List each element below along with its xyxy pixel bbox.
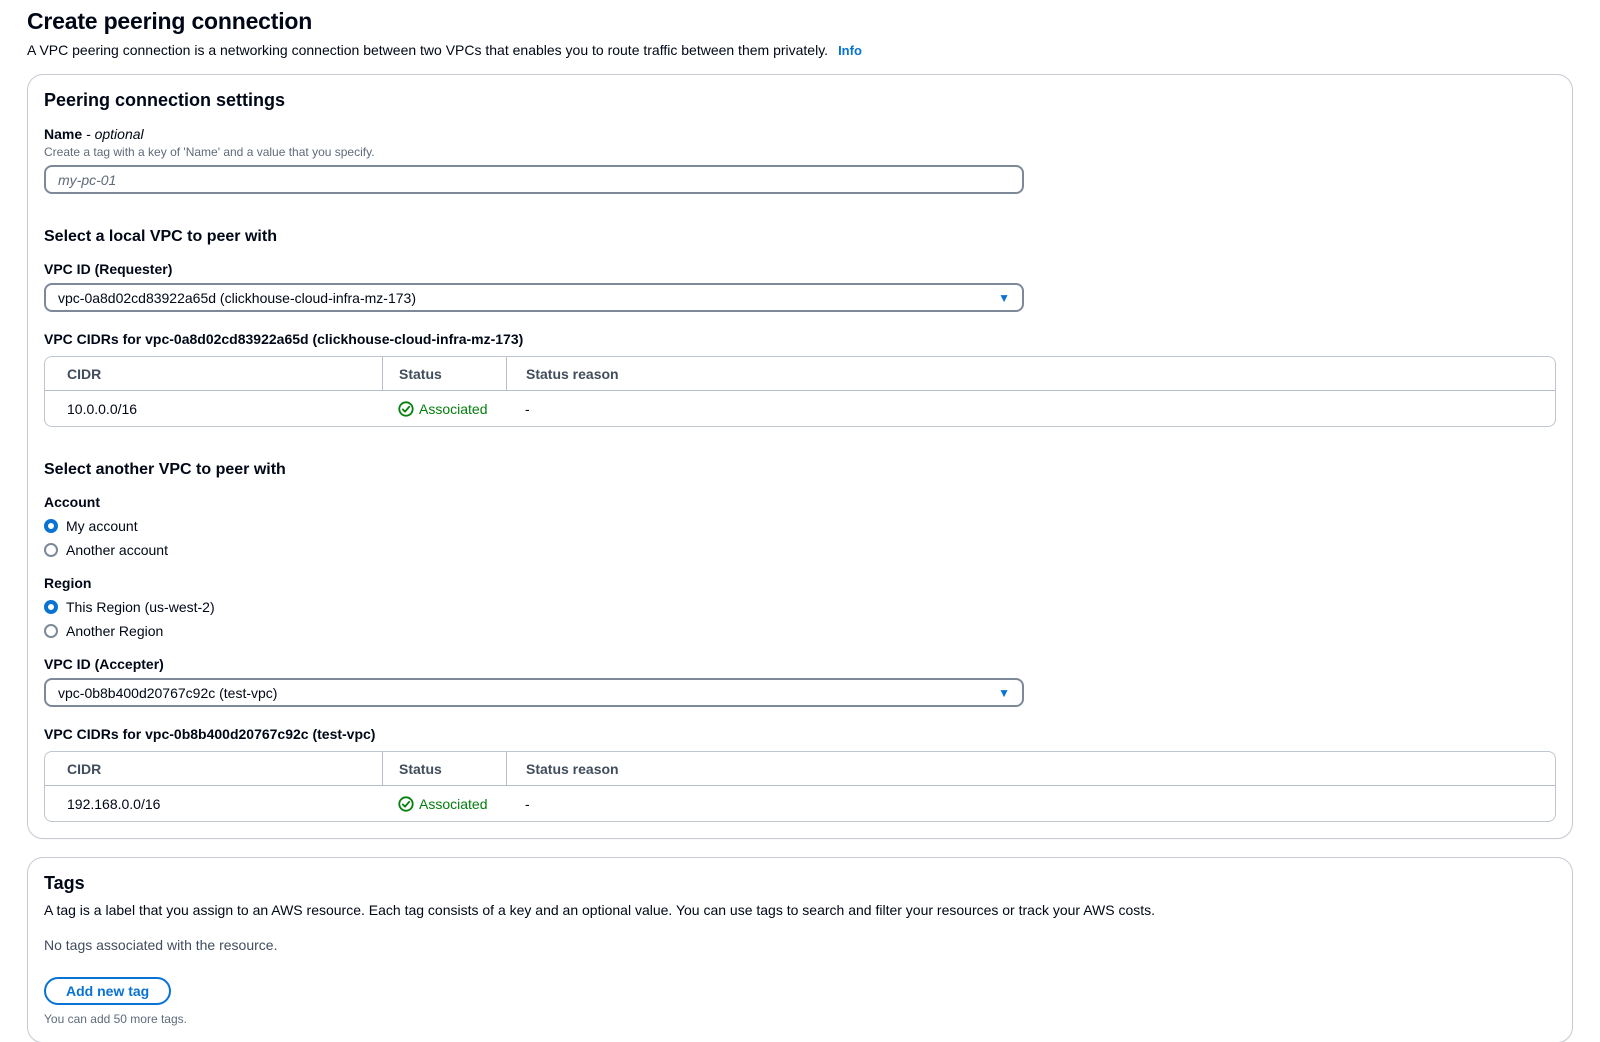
page-subtitle-text: A VPC peering connection is a networking…	[27, 42, 828, 58]
name-optional-suffix: - optional	[86, 126, 144, 142]
radio-button-icon[interactable]	[44, 624, 58, 638]
tags-panel: Tags A tag is a label that you assign to…	[27, 857, 1573, 1042]
table-header-row: CIDR Status Status reason	[45, 357, 1555, 391]
remote-vpc-cidrs-label: VPC CIDRs for vpc-0b8b400d20767c92c (tes…	[44, 726, 1556, 742]
column-header-status-reason: Status reason	[506, 752, 1555, 785]
region-group-label: Region	[44, 575, 1556, 591]
column-header-status-reason: Status reason	[506, 357, 1555, 390]
column-header-cidr: CIDR	[45, 761, 382, 777]
radio-option-another-region[interactable]: Another Region	[44, 621, 1556, 641]
radio-option-another-account[interactable]: Another account	[44, 540, 1556, 560]
column-header-status: Status	[382, 357, 506, 390]
account-group-label: Account	[44, 494, 1556, 510]
vpc-id-accepter-label: VPC ID (Accepter)	[44, 656, 1556, 672]
cidr-cell: 10.0.0.0/16	[45, 401, 382, 417]
status-cell: Associated	[382, 786, 506, 821]
radio-label: My account	[66, 518, 138, 534]
name-input[interactable]	[58, 172, 1010, 188]
page-subtitle: A VPC peering connection is a networking…	[27, 42, 1573, 58]
radio-label: Another Region	[66, 623, 163, 639]
status-text: Associated	[419, 401, 487, 417]
tags-remaining-text: You can add 50 more tags.	[44, 1012, 1556, 1026]
status-badge: Associated	[398, 796, 487, 812]
name-input-wrapper	[44, 165, 1024, 194]
create-peering-connection-page: Create peering connection A VPC peering …	[0, 0, 1600, 1042]
local-vpc-cidrs-label: VPC CIDRs for vpc-0a8d02cd83922a65d (cli…	[44, 331, 1556, 347]
info-link[interactable]: Info	[838, 43, 862, 58]
radio-option-this-region[interactable]: This Region (us-west-2)	[44, 597, 1556, 617]
radio-label: Another account	[66, 542, 168, 558]
column-header-status: Status	[382, 752, 506, 785]
status-reason-cell: -	[506, 391, 1555, 426]
name-field-label: Name - optional	[44, 126, 1556, 142]
remote-vpc-section-heading: Select another VPC to peer with	[44, 461, 1556, 479]
radio-option-my-account[interactable]: My account	[44, 516, 1556, 536]
radio-label: This Region (us-west-2)	[66, 599, 215, 615]
name-field-description: Create a tag with a key of 'Name' and a …	[44, 145, 1556, 159]
table-header-row: CIDR Status Status reason	[45, 752, 1555, 786]
table-row: 10.0.0.0/16 Associated -	[45, 391, 1555, 426]
cidr-cell: 192.168.0.0/16	[45, 796, 382, 812]
check-circle-icon	[398, 796, 414, 812]
radio-button-icon[interactable]	[44, 600, 58, 614]
chevron-down-icon: ▼	[998, 292, 1010, 304]
table-row: 192.168.0.0/16 Associated -	[45, 786, 1555, 821]
peering-connection-settings-panel: Peering connection settings Name - optio…	[27, 74, 1573, 839]
status-text: Associated	[419, 796, 487, 812]
vpc-id-requester-label: VPC ID (Requester)	[44, 261, 1556, 277]
check-circle-icon	[398, 401, 414, 417]
region-radio-group: This Region (us-west-2) Another Region	[44, 597, 1556, 641]
column-header-cidr: CIDR	[45, 366, 382, 382]
vpc-id-accepter-value: vpc-0b8b400d20767c92c (test-vpc)	[58, 685, 277, 701]
radio-button-icon[interactable]	[44, 543, 58, 557]
local-vpc-cidr-table: CIDR Status Status reason 10.0.0.0/16 As…	[44, 356, 1556, 427]
chevron-down-icon: ▼	[998, 687, 1010, 699]
status-reason-cell: -	[506, 786, 1555, 821]
status-badge: Associated	[398, 401, 487, 417]
remote-vpc-cidr-table: CIDR Status Status reason 192.168.0.0/16…	[44, 751, 1556, 822]
vpc-id-accepter-select[interactable]: vpc-0b8b400d20767c92c (test-vpc) ▼	[44, 678, 1024, 707]
add-new-tag-button[interactable]: Add new tag	[44, 977, 171, 1005]
page-title: Create peering connection	[27, 8, 1573, 35]
vpc-id-requester-select[interactable]: vpc-0a8d02cd83922a65d (clickhouse-cloud-…	[44, 283, 1024, 312]
tags-empty-text: No tags associated with the resource.	[44, 937, 1556, 953]
account-radio-group: My account Another account	[44, 516, 1556, 560]
tags-description: A tag is a label that you assign to an A…	[44, 902, 1556, 918]
vpc-id-requester-value: vpc-0a8d02cd83922a65d (clickhouse-cloud-…	[58, 290, 416, 306]
settings-panel-heading: Peering connection settings	[44, 90, 1556, 111]
local-vpc-section-heading: Select a local VPC to peer with	[44, 228, 1556, 246]
status-cell: Associated	[382, 391, 506, 426]
tags-panel-heading: Tags	[44, 873, 1556, 894]
radio-button-icon[interactable]	[44, 519, 58, 533]
